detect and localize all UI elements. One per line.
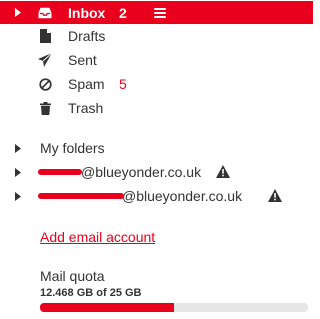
paper-plane-icon (38, 53, 52, 67)
folder-sent[interactable]: Sent (0, 48, 313, 72)
inbox-tray-icon (38, 6, 52, 20)
unread-count: 2 (119, 4, 127, 21)
folder-spam[interactable]: Spam 5 (0, 72, 313, 96)
folder-label: Drafts (68, 28, 106, 44)
add-email-account-link[interactable]: Add email account (40, 229, 155, 245)
folder-trash[interactable]: Trash (0, 96, 313, 120)
account-item[interactable]: @blueyonder.co.uk (0, 184, 313, 208)
folder-label: Inbox (68, 4, 106, 21)
warning-triangle-icon (216, 165, 230, 178)
document-icon (38, 29, 52, 43)
account-address: @blueyonder.co.uk (81, 164, 202, 180)
caret-right-icon[interactable] (14, 8, 22, 18)
folder-drafts[interactable]: Drafts (0, 24, 313, 48)
quota-usage-text: 12.468 GB of 25 GB (40, 287, 142, 299)
caret-right-icon[interactable] (14, 167, 22, 177)
caret-right-icon[interactable] (14, 143, 22, 153)
quota-progress-bar (40, 303, 308, 312)
spam-count: 5 (119, 76, 127, 92)
trash-can-icon (38, 101, 52, 115)
folder-label: Sent (68, 52, 97, 68)
quota-progress-fill (40, 303, 174, 312)
account-item[interactable]: @blueyonder.co.uk (0, 160, 313, 184)
my-folders-label: My folders (40, 140, 105, 156)
my-folders[interactable]: My folders (0, 136, 313, 160)
hamburger-icon[interactable] (154, 7, 166, 18)
caret-right-icon[interactable] (14, 191, 22, 201)
account-address: @blueyonder.co.uk (122, 188, 243, 204)
prohibited-icon (38, 77, 52, 91)
redaction-mark (38, 193, 124, 199)
folder-inbox[interactable]: Inbox 2 (0, 1, 313, 24)
quota-title: Mail quota (40, 268, 105, 284)
folder-label: Spam (68, 76, 105, 92)
folder-label: Trash (68, 100, 104, 116)
warning-triangle-icon (268, 189, 282, 202)
redaction-mark (38, 169, 82, 175)
